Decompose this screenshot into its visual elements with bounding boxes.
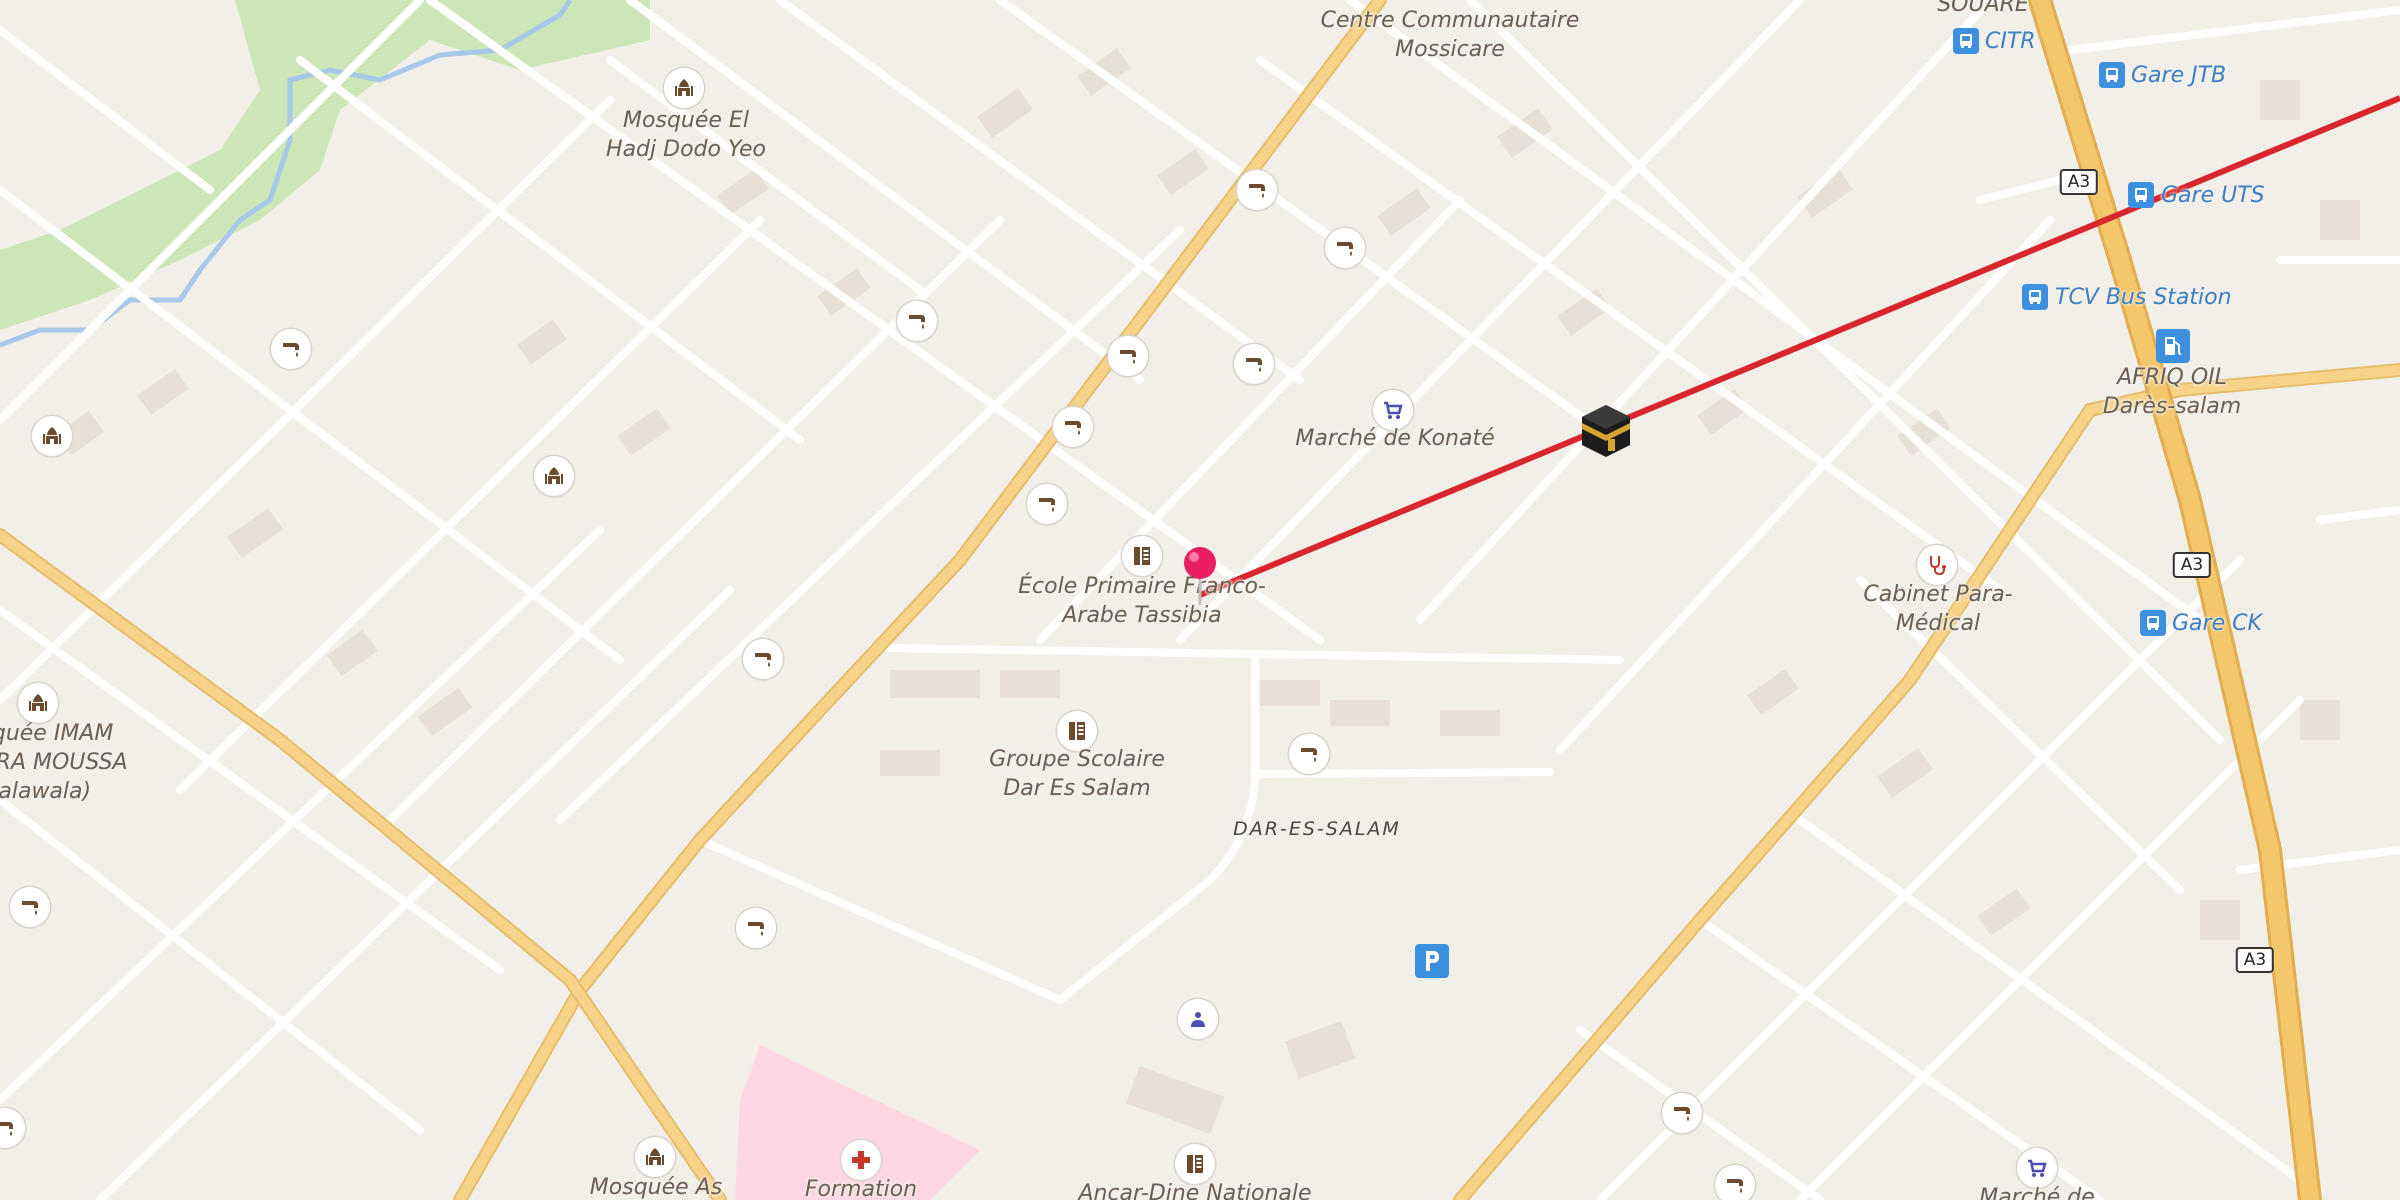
water-tap-icon[interactable] <box>10 887 50 927</box>
water-tap-icon[interactable] <box>897 301 937 341</box>
poi-label-ecole-primaire: École Primaire Franco- Arabe Tassibia <box>1018 574 1266 628</box>
water-tap-icon[interactable] <box>1289 734 1329 774</box>
map-canvas[interactable]: CITR Gare JTB Gare UTS TCV Bus Station G… <box>0 0 2400 1200</box>
bus-stop-icon[interactable] <box>2140 610 2166 636</box>
poi-label-afriq-oil: AFRIQ OIL Darès-salam <box>2102 365 2242 419</box>
bus-stop-icon[interactable] <box>2128 182 2154 208</box>
mosque-icon[interactable] <box>32 416 72 456</box>
road-ref-shield: A3 <box>2235 947 2275 973</box>
water-tap-icon[interactable] <box>736 908 776 948</box>
poi-label-ancar-dine: Ancar-Dine Nationale <box>1078 1181 1312 1200</box>
kaaba-icon[interactable] <box>1578 403 1634 463</box>
transit-label: CITR <box>1985 29 2036 54</box>
mosque-icon[interactable] <box>534 456 574 496</box>
marketplace-icon[interactable] <box>2017 1148 2057 1188</box>
poi-label-marche-de: Marché de <box>1979 1185 2095 1200</box>
bus-stop-icon[interactable] <box>1953 28 1979 54</box>
water-tap-icon[interactable] <box>1108 336 1148 376</box>
park-area <box>0 0 650 330</box>
poi-label-mosquee-as: Mosquée As <box>589 1175 723 1200</box>
water-tap-icon[interactable] <box>1053 407 1093 447</box>
poi-label-souare: SOUARE <box>1937 0 2029 17</box>
hospital-icon[interactable] <box>841 1140 881 1180</box>
district-label: DAR-ES-SALAM <box>1233 818 1401 840</box>
transit-label: Gare UTS <box>2161 183 2265 208</box>
poi-label-centre-communautaire: Centre Communautaire Mossicare <box>1320 8 1580 62</box>
bus-stop-icon[interactable] <box>2099 62 2125 88</box>
fuel-station-icon[interactable] <box>2156 329 2190 363</box>
water-tap-icon[interactable] <box>1715 1165 1755 1200</box>
water-tap-icon[interactable] <box>743 639 783 679</box>
mosque-icon[interactable] <box>664 68 704 108</box>
water-tap-icon[interactable] <box>1234 344 1274 384</box>
poi-label-cabinet-para: Cabinet Para- Médical <box>1863 582 2013 636</box>
poi-label-groupe-scolaire: Groupe Scolaire Dar Es Salam <box>989 747 1165 801</box>
road-ref-shield: A3 <box>2059 169 2099 195</box>
transit-label: TCV Bus Station <box>2055 285 2232 310</box>
bus-stop-icon[interactable] <box>2022 284 2048 310</box>
water-tap-icon[interactable] <box>1325 228 1365 268</box>
water-tap-icon[interactable] <box>271 329 311 369</box>
water-tap-icon[interactable] <box>1237 170 1277 210</box>
poi-label-marche-konate: Marché de Konaté <box>1295 426 1495 451</box>
community-centre-icon[interactable] <box>1178 999 1218 1039</box>
doctor-icon[interactable] <box>1917 545 1957 585</box>
parking-icon[interactable] <box>1415 944 1449 978</box>
water-tap-icon[interactable] <box>1027 484 1067 524</box>
school-icon[interactable] <box>1122 536 1162 576</box>
transit-label: Gare CK <box>2172 611 2262 636</box>
qibla-line <box>1198 95 2400 598</box>
poi-label-mosquee-el-hadj: Mosquée El Hadj Dodo Yeo <box>606 108 766 162</box>
road-ref-shield: A3 <box>2172 552 2212 578</box>
mosque-icon[interactable] <box>18 683 58 723</box>
water-tap-icon[interactable] <box>1662 1093 1702 1133</box>
mosque-icon[interactable] <box>635 1137 675 1177</box>
location-pin-icon[interactable] <box>1181 545 1219 609</box>
poi-label-mosquee-imam: squée IMAMRRA MOUSSAwalawala) <box>0 721 128 804</box>
transit-label: Gare JTB <box>2131 63 2227 88</box>
school-icon[interactable] <box>1175 1144 1215 1184</box>
poi-label-formation: Formation <box>804 1177 918 1200</box>
